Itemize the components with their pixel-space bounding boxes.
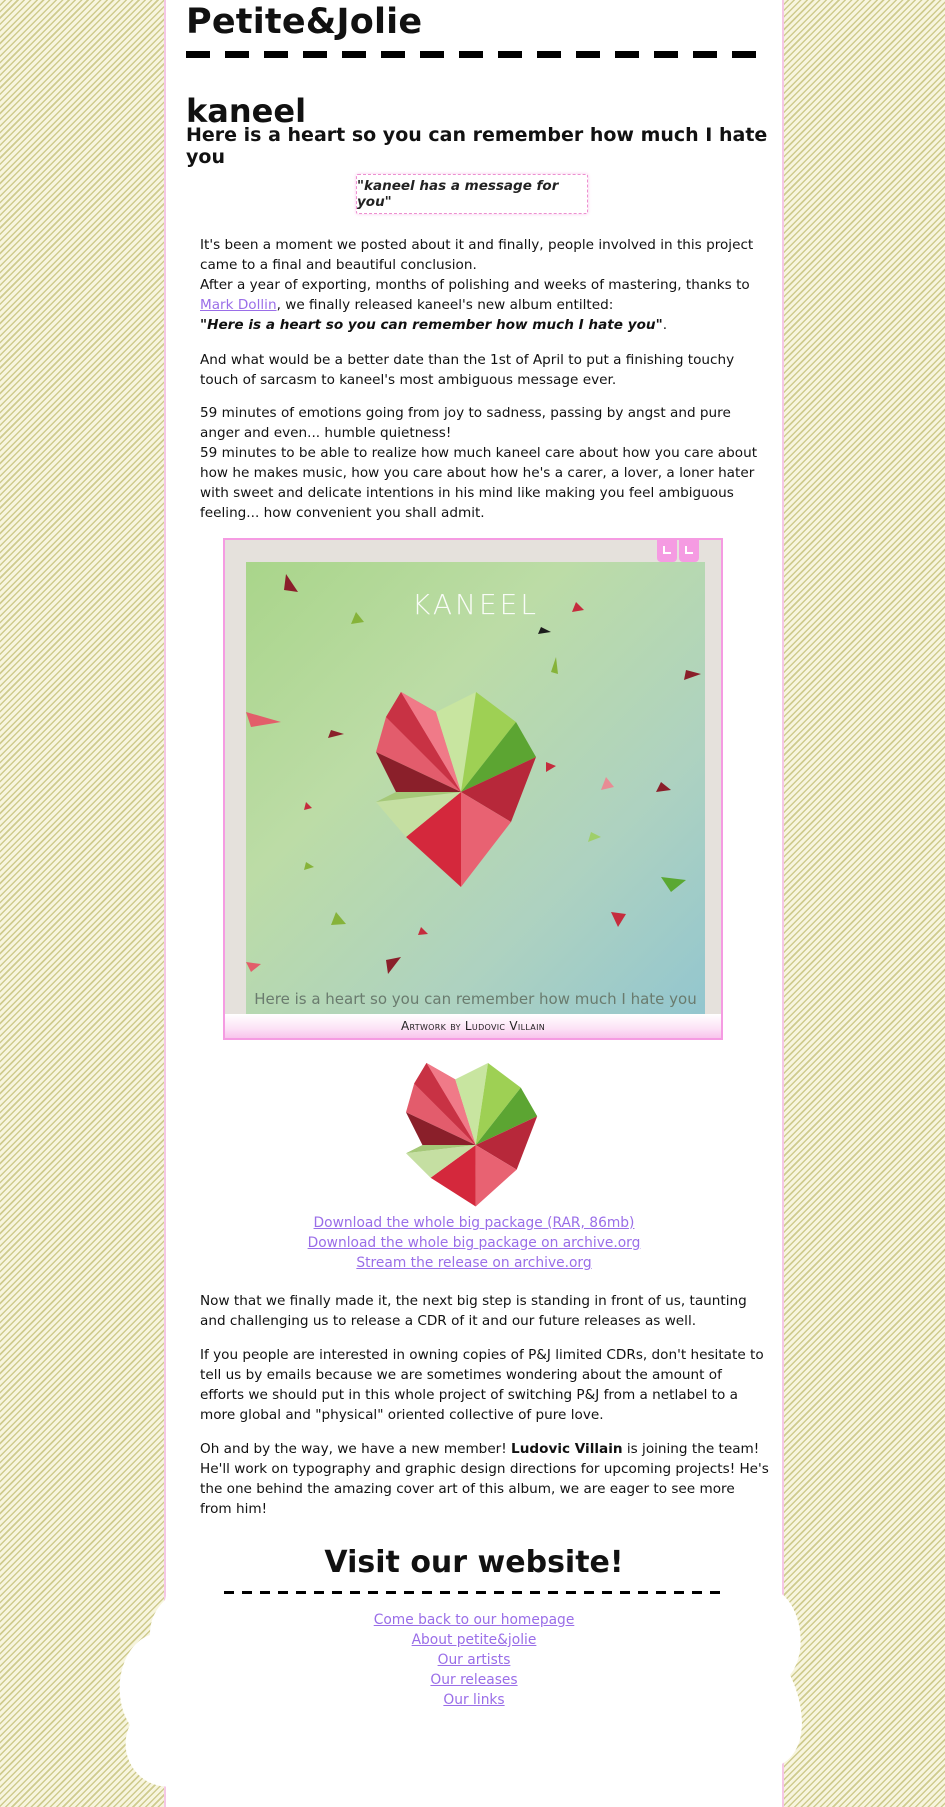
footer-divider: [224, 1591, 724, 1594]
footer-links: Come back to our homepage About petite&j…: [166, 1610, 782, 1710]
links-link[interactable]: Our links: [443, 1692, 504, 1708]
releases-link[interactable]: Our releases: [430, 1672, 517, 1688]
page-body: { "site": { "title": "Petite&Jolie" }, "…: [0, 0, 945, 1807]
artists-link[interactable]: Our artists: [438, 1652, 511, 1668]
homepage-link[interactable]: Come back to our homepage: [374, 1612, 575, 1628]
about-link[interactable]: About petite&jolie: [412, 1632, 537, 1648]
visit-website-title: Visit our website!: [324, 1545, 624, 1580]
footer-layer: Visit our website! Come back to our home…: [166, 0, 782, 1807]
